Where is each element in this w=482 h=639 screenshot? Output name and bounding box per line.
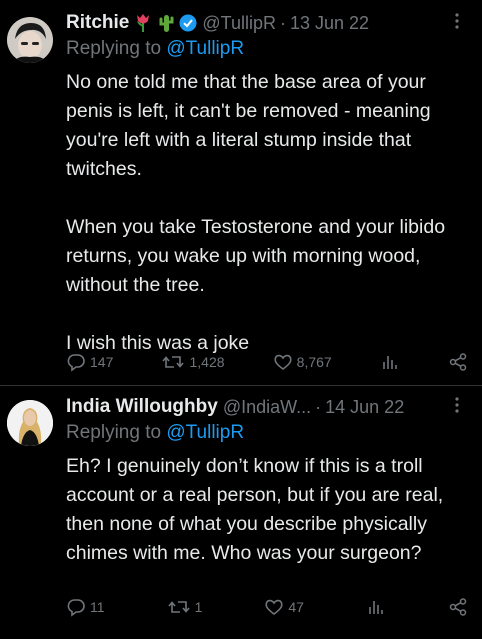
retweet-icon	[161, 352, 185, 372]
more-icon[interactable]	[454, 12, 460, 35]
share-icon	[448, 597, 468, 617]
reply-icon	[66, 352, 86, 372]
retweet-button[interactable]: 1,428	[161, 352, 225, 372]
dot-separator: ·	[279, 12, 286, 33]
more-icon[interactable]	[454, 396, 460, 419]
replying-to: Replying to @TullipR	[66, 38, 468, 64]
avatar[interactable]	[7, 17, 53, 63]
retweet-count: 1	[194, 599, 203, 615]
analytics-icon	[366, 597, 386, 617]
handle[interactable]: @TullipR	[202, 13, 276, 34]
retweet-button[interactable]: 1	[167, 597, 203, 617]
dot-separator: ·	[315, 396, 322, 417]
like-button[interactable]: 47	[264, 597, 304, 617]
display-name[interactable]: India Willoughby	[66, 396, 218, 418]
display-name[interactable]: Ritchie	[66, 12, 129, 34]
reply-count: 147	[90, 354, 114, 370]
like-count: 47	[288, 599, 304, 615]
share-button[interactable]	[448, 352, 468, 372]
action-bar: 147 1,428 8,767	[66, 352, 468, 372]
cactus-icon	[157, 13, 175, 33]
reply-count: 11	[90, 599, 105, 615]
avatar[interactable]	[7, 400, 53, 446]
verified-icon	[179, 14, 197, 32]
replying-to: Replying to @TullipR	[66, 422, 468, 448]
tweet-text: Eh? I genuinely don’t know if this is a …	[66, 455, 449, 564]
tweet-1[interactable]: Ritchie @TullipR · 13 Jun 22 Replying to…	[0, 0, 482, 380]
retweet-icon	[167, 597, 191, 617]
handle[interactable]: @IndiaW...	[223, 397, 311, 418]
retweet-count: 1,428	[189, 354, 225, 370]
reply-icon	[66, 597, 86, 617]
replying-mention[interactable]: @TullipR	[166, 38, 244, 59]
like-button[interactable]: 8,767	[273, 352, 332, 372]
share-icon	[448, 352, 468, 372]
reply-button[interactable]: 147	[66, 352, 113, 372]
analytics-button[interactable]	[380, 352, 400, 372]
replying-mention[interactable]: @TullipR	[166, 422, 244, 443]
tweet-header: Ritchie @TullipR · 13 Jun 22	[66, 10, 468, 36]
like-count: 8,767	[296, 354, 332, 370]
like-icon	[273, 352, 293, 372]
tulip-icon	[134, 13, 152, 33]
action-bar: 11 1 47	[66, 597, 468, 617]
replying-prefix: Replying to	[66, 38, 167, 59]
analytics-icon	[380, 352, 400, 372]
timestamp[interactable]: 13 Jun 22	[290, 13, 369, 34]
tweet-2[interactable]: India Willoughby @IndiaW... · 14 Jun 22 …	[0, 386, 482, 639]
replying-prefix: Replying to	[66, 422, 167, 443]
analytics-button[interactable]	[366, 597, 386, 617]
reply-button[interactable]: 11	[66, 597, 105, 617]
tweet-text: No one told me that the base area of you…	[66, 71, 446, 354]
tweet-header: India Willoughby @IndiaW... · 14 Jun 22	[66, 394, 468, 420]
timestamp[interactable]: 14 Jun 22	[325, 397, 404, 418]
share-button[interactable]	[448, 597, 468, 617]
like-icon	[264, 597, 284, 617]
